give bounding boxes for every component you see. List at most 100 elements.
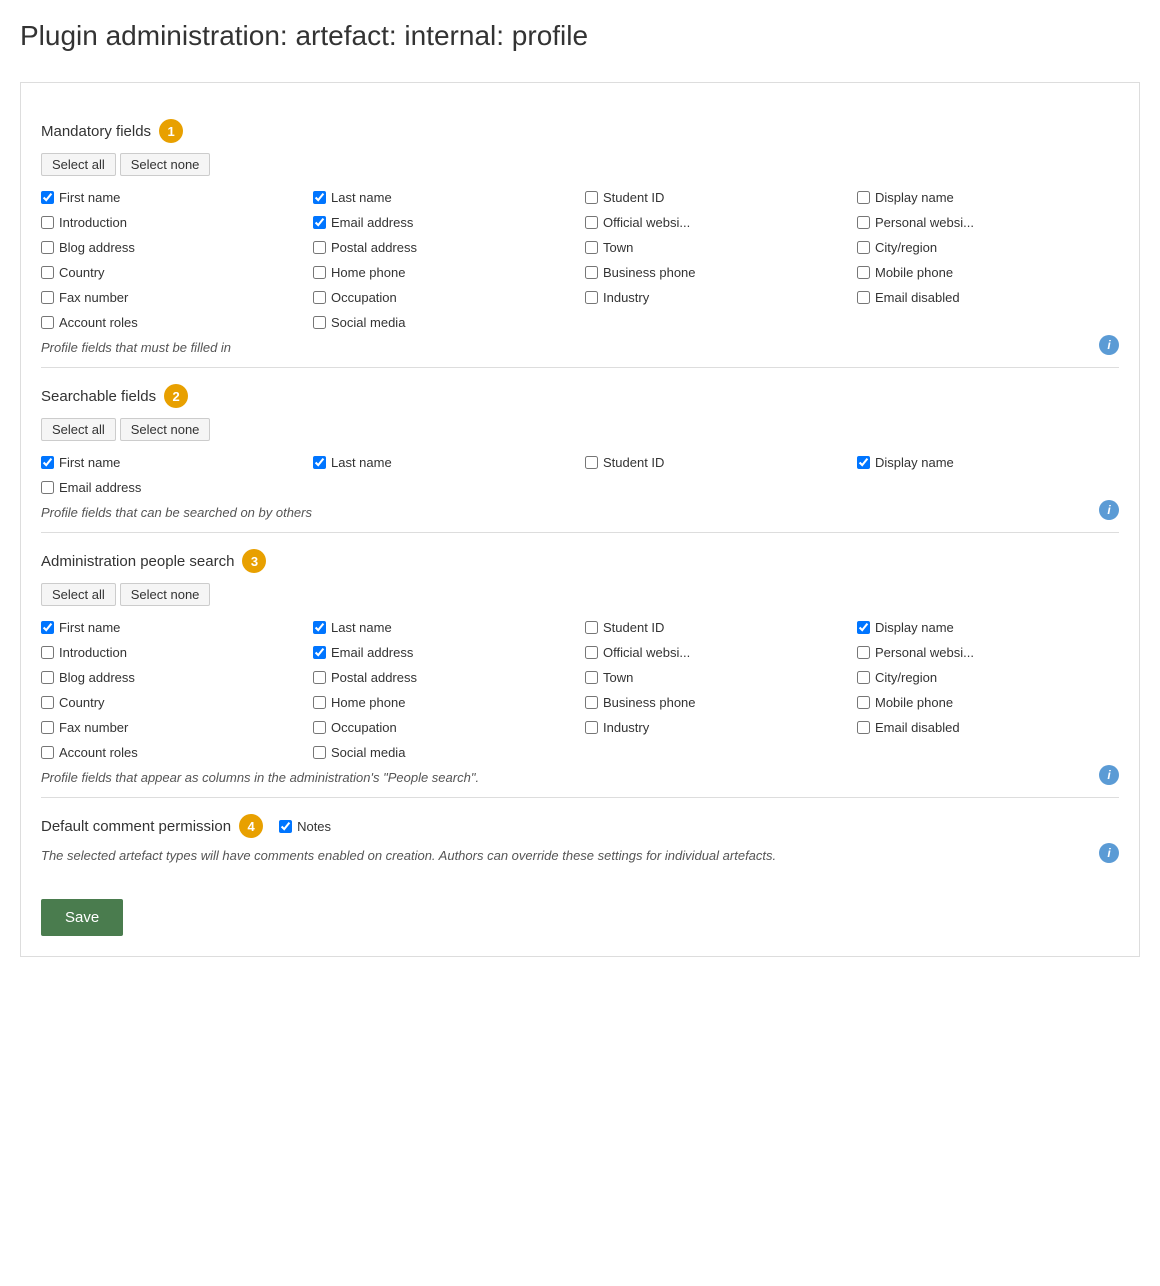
field-checkbox[interactable] [41,696,54,709]
checkbox-item[interactable]: Social media [313,745,575,760]
checkbox-item[interactable]: Industry [585,720,847,735]
checkbox-item[interactable]: Last name [313,620,575,635]
checkbox-item[interactable]: Fax number [41,290,303,305]
checkbox-item[interactable]: Email disabled [857,720,1119,735]
field-checkbox[interactable] [313,456,326,469]
field-checkbox[interactable] [41,621,54,634]
field-checkbox[interactable] [585,456,598,469]
checkbox-item[interactable]: Postal address [313,240,575,255]
field-checkbox[interactable] [857,671,870,684]
checkbox-item[interactable]: Business phone [585,265,847,280]
checkbox-item[interactable]: Town [585,670,847,685]
checkbox-item[interactable]: Mobile phone [857,695,1119,710]
checkbox-item[interactable]: Student ID [585,190,847,205]
checkbox-item[interactable]: Email address [313,645,575,660]
field-checkbox[interactable] [41,216,54,229]
field-checkbox[interactable] [313,216,326,229]
field-checkbox[interactable] [857,696,870,709]
checkbox-item[interactable]: Personal websi... [857,215,1119,230]
field-checkbox[interactable] [313,671,326,684]
field-checkbox[interactable] [313,191,326,204]
field-checkbox[interactable] [585,696,598,709]
checkbox-item[interactable]: Blog address [41,670,303,685]
checkbox-item[interactable]: First name [41,620,303,635]
checkbox-item[interactable]: Country [41,265,303,280]
checkbox-item[interactable]: Personal websi... [857,645,1119,660]
mandatory-select-none[interactable]: Select none [120,153,211,176]
checkbox-item[interactable]: Blog address [41,240,303,255]
field-checkbox[interactable] [41,291,54,304]
checkbox-item[interactable]: Country [41,695,303,710]
field-checkbox[interactable] [585,216,598,229]
field-checkbox[interactable] [41,456,54,469]
checkbox-item[interactable]: City/region [857,240,1119,255]
checkbox-item[interactable]: Official websi... [585,215,847,230]
field-checkbox[interactable] [857,621,870,634]
checkbox-item[interactable]: Postal address [313,670,575,685]
field-checkbox[interactable] [41,746,54,759]
checkbox-item[interactable]: Account roles [41,745,303,760]
field-checkbox[interactable] [585,266,598,279]
checkbox-item[interactable]: Account roles [41,315,303,330]
field-checkbox[interactable] [313,241,326,254]
checkbox-item[interactable]: Occupation [313,720,575,735]
checkbox-item[interactable]: Occupation [313,290,575,305]
checkbox-item[interactable]: First name [41,455,303,470]
searchable-select-all[interactable]: Select all [41,418,116,441]
checkbox-item[interactable]: Industry [585,290,847,305]
field-checkbox[interactable] [41,191,54,204]
field-checkbox[interactable] [313,316,326,329]
notes-checkbox[interactable] [279,820,292,833]
field-checkbox[interactable] [41,241,54,254]
field-checkbox[interactable] [857,456,870,469]
field-checkbox[interactable] [41,671,54,684]
field-checkbox[interactable] [313,646,326,659]
field-checkbox[interactable] [585,721,598,734]
field-checkbox[interactable] [857,191,870,204]
field-checkbox[interactable] [313,621,326,634]
field-checkbox[interactable] [585,671,598,684]
field-checkbox[interactable] [857,216,870,229]
checkbox-item[interactable]: Social media [313,315,575,330]
checkbox-item[interactable]: Business phone [585,695,847,710]
checkbox-item[interactable]: Last name [313,455,575,470]
checkbox-item[interactable]: Introduction [41,215,303,230]
searchable-info-icon[interactable]: i [1099,500,1119,520]
admin-search-select-none[interactable]: Select none [120,583,211,606]
field-checkbox[interactable] [585,191,598,204]
field-checkbox[interactable] [585,621,598,634]
field-checkbox[interactable] [857,646,870,659]
checkbox-item[interactable]: Introduction [41,645,303,660]
checkbox-item[interactable]: Mobile phone [857,265,1119,280]
notes-item[interactable]: Notes [279,819,331,834]
field-checkbox[interactable] [41,316,54,329]
field-checkbox[interactable] [41,266,54,279]
checkbox-item[interactable]: Email address [41,480,303,495]
checkbox-item[interactable]: City/region [857,670,1119,685]
checkbox-item[interactable]: Official websi... [585,645,847,660]
field-checkbox[interactable] [585,646,598,659]
field-checkbox[interactable] [857,241,870,254]
checkbox-item[interactable]: Display name [857,620,1119,635]
checkbox-item[interactable]: Email disabled [857,290,1119,305]
checkbox-item[interactable]: Last name [313,190,575,205]
field-checkbox[interactable] [313,291,326,304]
field-checkbox[interactable] [585,291,598,304]
checkbox-item[interactable]: Home phone [313,695,575,710]
field-checkbox[interactable] [857,291,870,304]
checkbox-item[interactable]: Display name [857,190,1119,205]
checkbox-item[interactable]: Fax number [41,720,303,735]
checkbox-item[interactable]: First name [41,190,303,205]
field-checkbox[interactable] [41,721,54,734]
checkbox-item[interactable]: Student ID [585,620,847,635]
mandatory-info-icon[interactable]: i [1099,335,1119,355]
field-checkbox[interactable] [313,746,326,759]
field-checkbox[interactable] [41,481,54,494]
field-checkbox[interactable] [857,266,870,279]
checkbox-item[interactable]: Student ID [585,455,847,470]
field-checkbox[interactable] [41,646,54,659]
checkbox-item[interactable]: Display name [857,455,1119,470]
admin-search-info-icon[interactable]: i [1099,765,1119,785]
field-checkbox[interactable] [857,721,870,734]
checkbox-item[interactable]: Town [585,240,847,255]
